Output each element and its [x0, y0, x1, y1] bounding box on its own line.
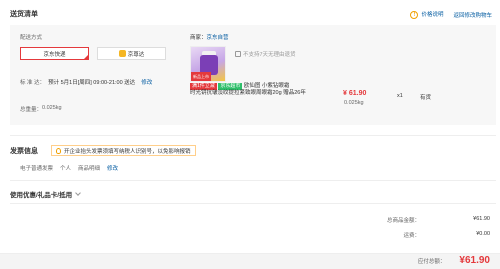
- shipping-method-label: 配送方式: [20, 35, 43, 41]
- shipment-box: [10, 25, 496, 125]
- info-icon: !: [410, 11, 419, 19]
- total-weight: 总重量： 0.025kg: [20, 105, 62, 113]
- product-price: ¥ 61.90: [343, 90, 367, 97]
- merchant-link[interactable]: 京东自营: [207, 33, 229, 41]
- product-weight: 0.025kg: [344, 100, 364, 106]
- shipping-option-jingzunda[interactable]: 京尊达: [97, 47, 166, 60]
- bulb-icon: [56, 147, 61, 154]
- coupon-toggle[interactable]: 使用优惠/礼品卡/抵用: [10, 189, 81, 199]
- shipping-option-jd-express[interactable]: 京东快递: [20, 47, 89, 60]
- modify-invoice-link[interactable]: 修改: [107, 164, 118, 172]
- invoice-details: 电子普通发票 个人 商品明细 修改: [20, 164, 119, 172]
- merchant-info: 商家： 京东自营: [190, 33, 229, 41]
- product-thumbnail[interactable]: 新品上市: [190, 46, 226, 82]
- back-to-cart-link[interactable]: 返回修改购物车: [453, 11, 492, 19]
- jingzunda-icon: [118, 50, 126, 57]
- no-return-note: 不支持7天无理由退货: [235, 50, 296, 58]
- section-title-delivery-list: 送货清单: [10, 11, 38, 18]
- section-title-invoice: 发票信息: [10, 148, 38, 155]
- invoice-tip: 开企业抬头发票须填写纳税人识别号，以免影响报销: [51, 145, 196, 156]
- promo-badge: 满1件立减: [190, 83, 217, 90]
- divider: [10, 180, 496, 181]
- stock-status: 有货: [420, 95, 432, 101]
- product-name[interactable]: 满1件立减 京东超市 欧仙图 小紫钻眼霜 时光钥抗皱淡纹提拉紧致眼周眼霜20g …: [190, 83, 340, 97]
- price-info-link[interactable]: ! 价格说明: [410, 10, 443, 19]
- divider: [10, 135, 496, 136]
- header-links: ! 价格说明 返回修改购物车: [410, 10, 492, 19]
- goods-total-row: 总商品金额： ¥61.90: [386, 216, 490, 224]
- shipping-fee-row: 运费： ¥0.00: [403, 231, 490, 239]
- divider: [10, 203, 496, 204]
- payable-total: 应付总额： ¥61.90: [417, 255, 490, 266]
- product-quantity: x1: [397, 93, 403, 99]
- chevron-down-icon: [75, 190, 81, 196]
- new-product-tag: 新品上市: [191, 72, 211, 81]
- modify-schedule-link[interactable]: 修改: [141, 78, 152, 86]
- delivery-schedule: 标 准 达： 预计 5月1日[周四] 09:00-21:00 送达 修改: [20, 78, 153, 86]
- self-operated-badge: 京东超市: [218, 83, 243, 90]
- no-return-icon: [235, 51, 241, 57]
